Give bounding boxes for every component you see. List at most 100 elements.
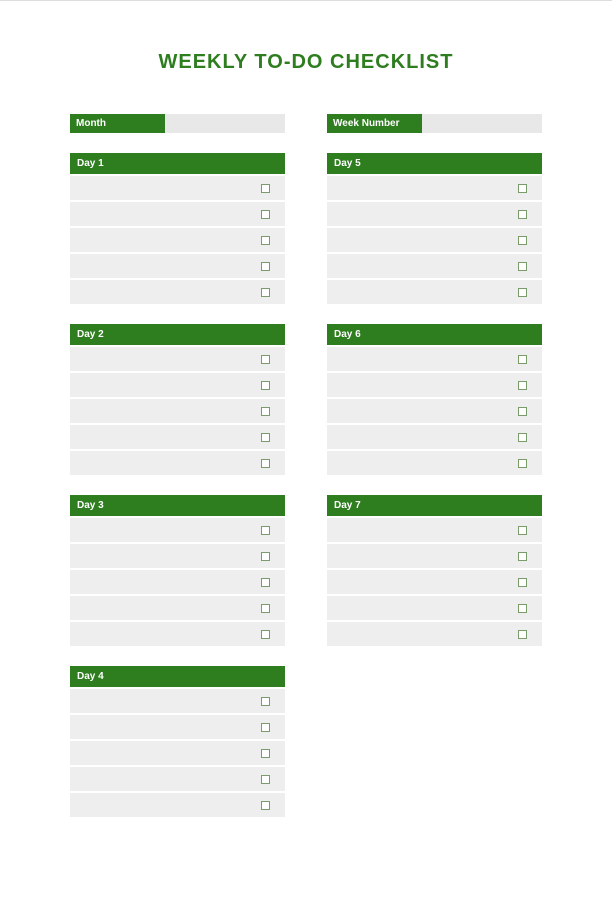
checkbox-icon[interactable]: [518, 526, 527, 535]
checkbox-icon[interactable]: [518, 355, 527, 364]
checkbox-icon[interactable]: [261, 604, 270, 613]
checkbox-icon[interactable]: [518, 210, 527, 219]
day-header: Day 1: [70, 153, 285, 174]
checkbox-icon[interactable]: [518, 262, 527, 271]
checkbox-icon[interactable]: [261, 210, 270, 219]
task-row: [70, 715, 285, 739]
task-row: [70, 399, 285, 423]
checkbox-icon[interactable]: [261, 288, 270, 297]
task-check-cell: [502, 381, 542, 390]
task-row: [70, 254, 285, 278]
task-check-cell: [502, 578, 542, 587]
task-check-cell: [245, 381, 285, 390]
week-field: Week Number: [327, 114, 542, 133]
task-check-cell: [502, 604, 542, 613]
task-check-cell: [502, 407, 542, 416]
task-row: [70, 793, 285, 817]
task-row: [70, 176, 285, 200]
checkbox-icon[interactable]: [261, 775, 270, 784]
checkbox-icon[interactable]: [518, 184, 527, 193]
task-check-cell: [502, 526, 542, 535]
task-row: [327, 622, 542, 646]
checkbox-icon[interactable]: [261, 578, 270, 587]
task-check-cell: [245, 407, 285, 416]
task-row: [327, 518, 542, 542]
checkbox-icon[interactable]: [261, 723, 270, 732]
week-input[interactable]: [422, 114, 542, 133]
checkbox-icon[interactable]: [518, 407, 527, 416]
checkbox-icon[interactable]: [261, 749, 270, 758]
checkbox-icon[interactable]: [518, 604, 527, 613]
task-row: [327, 425, 542, 449]
task-check-cell: [245, 578, 285, 587]
checkbox-icon[interactable]: [261, 262, 270, 271]
checkbox-icon[interactable]: [261, 552, 270, 561]
checkbox-icon[interactable]: [261, 381, 270, 390]
day-header: Day 5: [327, 153, 542, 174]
page-title: WEEKLY TO-DO CHECKLIST: [70, 51, 542, 74]
task-row: [327, 596, 542, 620]
checkbox-icon[interactable]: [261, 526, 270, 535]
day-header: Day 4: [70, 666, 285, 687]
task-check-cell: [245, 775, 285, 784]
task-row: [327, 399, 542, 423]
task-check-cell: [245, 526, 285, 535]
day-header: Day 2: [70, 324, 285, 345]
meta-row: Month Week Number: [70, 114, 542, 133]
task-check-cell: [245, 723, 285, 732]
task-check-cell: [502, 433, 542, 442]
task-row: [70, 570, 285, 594]
checkbox-icon[interactable]: [518, 552, 527, 561]
page: WEEKLY TO-DO CHECKLIST Month Week Number…: [0, 1, 612, 857]
checkbox-icon[interactable]: [261, 697, 270, 706]
month-label: Month: [70, 114, 165, 133]
checkbox-icon[interactable]: [261, 236, 270, 245]
columns: Day 1 Day 2 Day 3 Day 4 Day 5 Day 6 Day 7: [70, 153, 542, 817]
checkbox-icon[interactable]: [518, 381, 527, 390]
checkbox-icon[interactable]: [261, 407, 270, 416]
task-check-cell: [245, 236, 285, 245]
day-block: Day 3: [70, 495, 285, 646]
day-header: Day 7: [327, 495, 542, 516]
task-check-cell: [502, 630, 542, 639]
task-row: [70, 451, 285, 475]
task-row: [327, 176, 542, 200]
task-check-cell: [245, 697, 285, 706]
task-check-cell: [245, 459, 285, 468]
task-check-cell: [245, 184, 285, 193]
task-row: [70, 622, 285, 646]
task-row: [327, 544, 542, 568]
task-check-cell: [502, 184, 542, 193]
checkbox-icon[interactable]: [261, 630, 270, 639]
task-check-cell: [502, 459, 542, 468]
task-row: [327, 254, 542, 278]
task-row: [327, 373, 542, 397]
checkbox-icon[interactable]: [518, 578, 527, 587]
task-check-cell: [245, 801, 285, 810]
day-header: Day 3: [70, 495, 285, 516]
checkbox-icon[interactable]: [261, 184, 270, 193]
checkbox-icon[interactable]: [518, 433, 527, 442]
checkbox-icon[interactable]: [261, 433, 270, 442]
task-row: [70, 347, 285, 371]
task-row: [70, 689, 285, 713]
task-check-cell: [245, 288, 285, 297]
task-check-cell: [245, 749, 285, 758]
checkbox-icon[interactable]: [518, 459, 527, 468]
day-header: Day 6: [327, 324, 542, 345]
task-check-cell: [245, 604, 285, 613]
left-column: Day 1 Day 2 Day 3 Day 4: [70, 153, 285, 817]
checkbox-icon[interactable]: [261, 459, 270, 468]
task-row: [70, 202, 285, 226]
checkbox-icon[interactable]: [518, 288, 527, 297]
checkbox-icon[interactable]: [261, 355, 270, 364]
month-input[interactable]: [165, 114, 285, 133]
task-check-cell: [245, 433, 285, 442]
task-check-cell: [502, 552, 542, 561]
task-row: [327, 280, 542, 304]
checkbox-icon[interactable]: [261, 801, 270, 810]
task-row: [70, 767, 285, 791]
checkbox-icon[interactable]: [518, 630, 527, 639]
checkbox-icon[interactable]: [518, 236, 527, 245]
task-row: [327, 347, 542, 371]
